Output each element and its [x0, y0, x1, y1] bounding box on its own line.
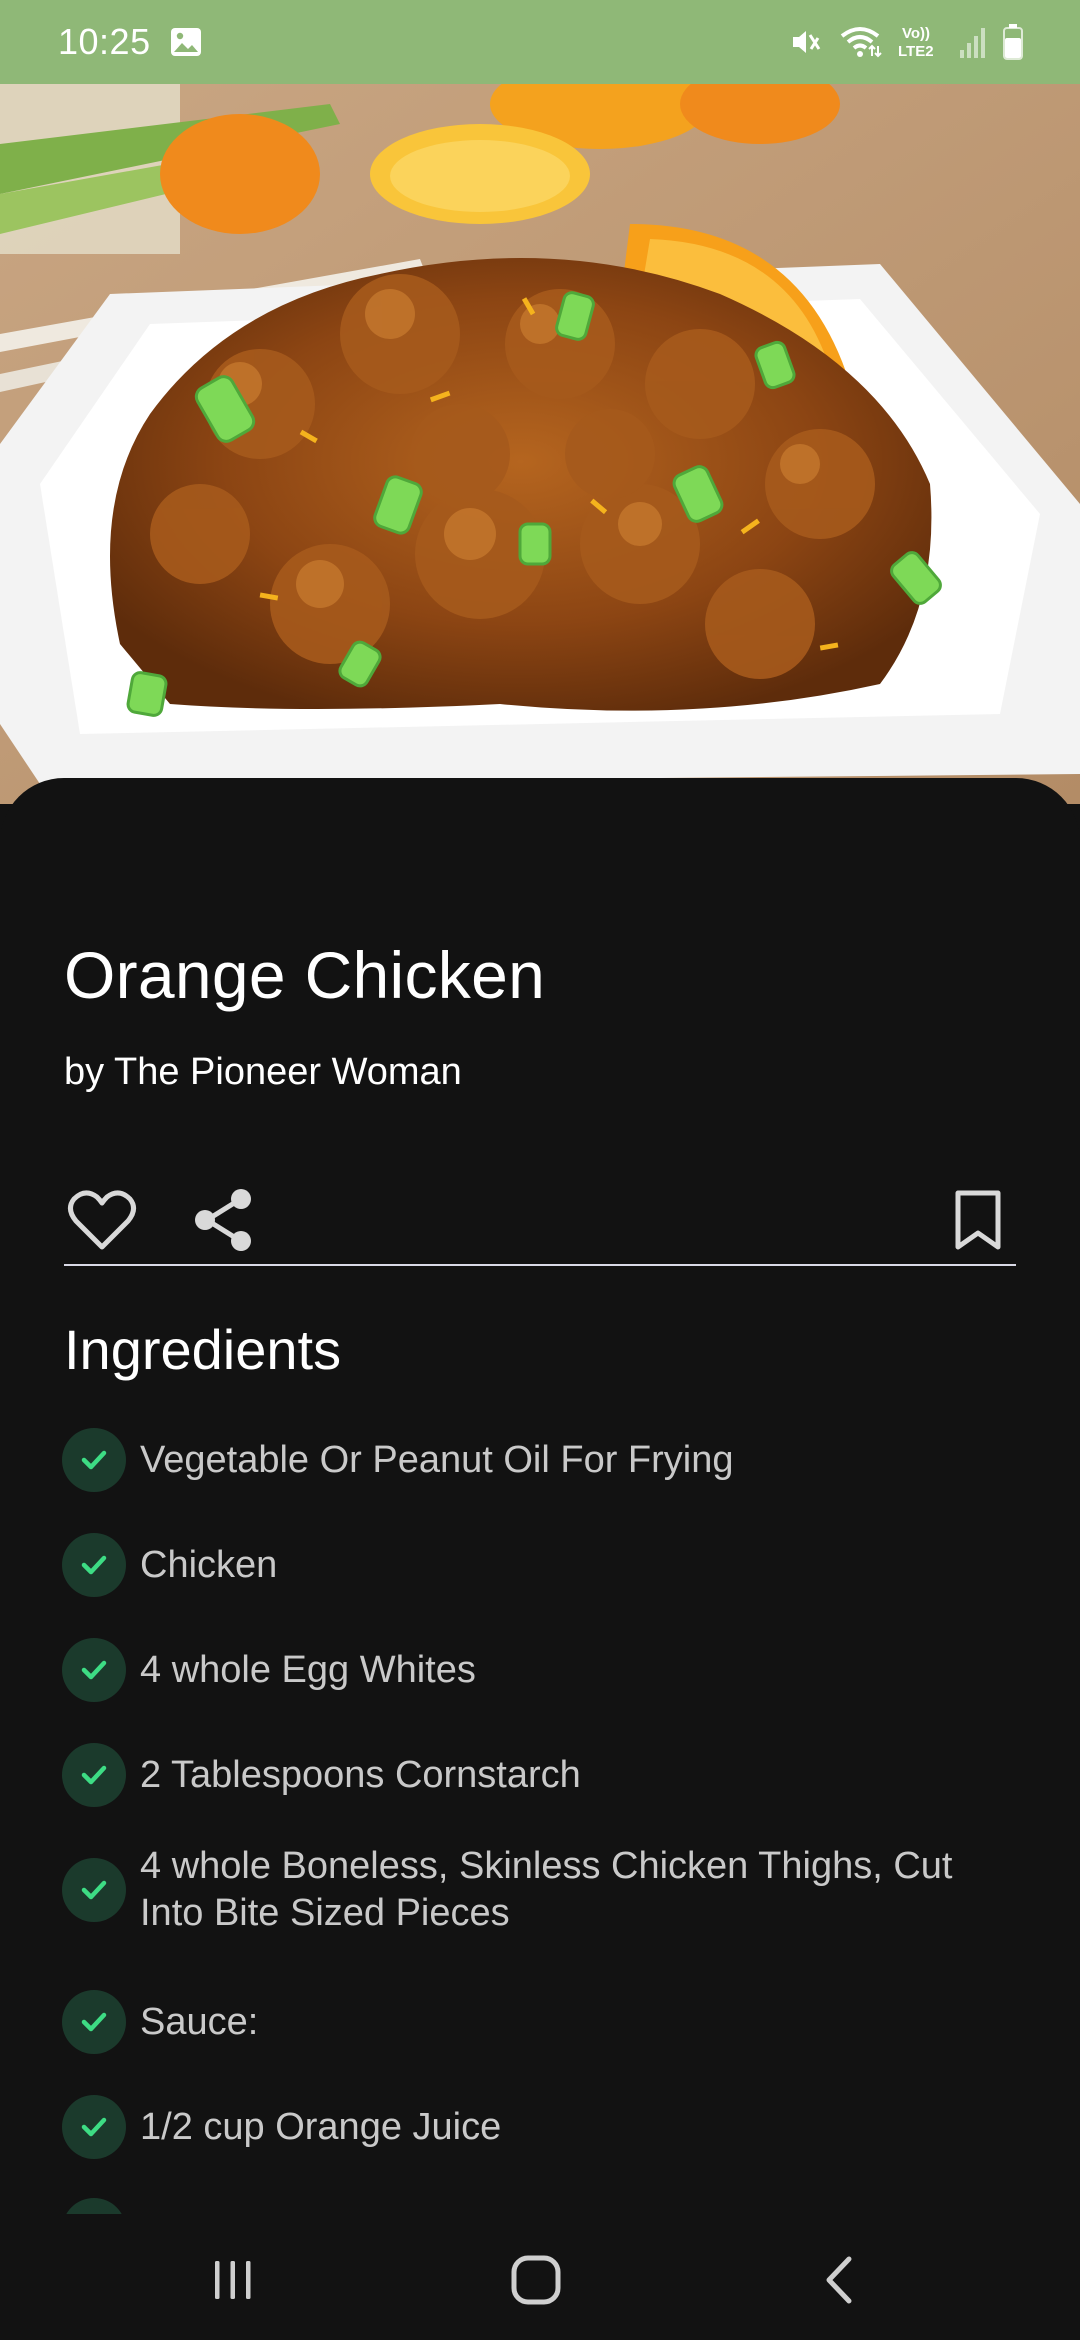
status-time: 10:25 [58, 21, 151, 62]
hero-image [0, 84, 1080, 804]
check-icon [62, 1990, 126, 2054]
status-bar: 10:25 Vo)) LTE2 [0, 0, 1080, 84]
recipe-title: Orange Chicken [64, 938, 546, 1012]
heart-icon [67, 1189, 137, 1256]
ingredient-item: Vegetable Or Peanut Oil For Frying [62, 1428, 1012, 1492]
share-icon [191, 1187, 257, 1258]
recents-button[interactable] [178, 2234, 288, 2330]
ingredient-text: 1/2 cup Orange Juice [140, 2105, 502, 2148]
ingredient-item: 4 whole Egg Whites [62, 1638, 1012, 1702]
ingredient-text: Chicken [140, 1543, 278, 1586]
check-icon [62, 1638, 126, 1702]
ingredient-item: Sauce: [62, 1990, 1012, 2054]
home-button[interactable] [481, 2234, 591, 2330]
bookmark-icon [953, 1189, 1003, 1256]
ingredient-text: 4 whole Egg Whites [140, 1648, 476, 1691]
mute-icon [788, 24, 824, 60]
check-icon [62, 1428, 126, 1492]
recents-icon [208, 2255, 258, 2310]
back-icon [819, 2253, 859, 2312]
recipe-detail-screen: 10:25 Vo)) LTE2 Orange Chicken by The Pi… [0, 0, 1080, 2340]
ingredient-item: 4 whole Boneless, Skinless Chicken Thigh… [62, 1843, 1012, 1937]
gallery-icon [169, 25, 203, 59]
ingredient-item: 2 Tablespoons Cornstarch [62, 1743, 1012, 1807]
volte-top-label: Vo)) [902, 25, 930, 42]
battery-icon [1002, 23, 1024, 61]
share-button[interactable] [184, 1182, 264, 1262]
favorite-button[interactable] [62, 1182, 142, 1262]
volte-bottom-label: LTE2 [898, 43, 934, 60]
ingredient-text: 2 Tablespoons Cornstarch [140, 1753, 581, 1796]
bookmark-button[interactable] [938, 1182, 1018, 1262]
check-icon [62, 1743, 126, 1807]
ingredient-text: Vegetable Or Peanut Oil For Frying [140, 1438, 734, 1481]
navigation-bar [0, 2214, 1080, 2340]
ingredient-item: 1/2 cup Orange Juice [62, 2095, 1012, 2159]
ingredient-text: Sauce: [140, 2000, 259, 2043]
home-icon [509, 2253, 563, 2312]
wifi-icon [838, 24, 882, 60]
ingredient-text-line2: Into Bite Sized Pieces [140, 1892, 510, 1934]
ingredient-item: Chicken [62, 1533, 1012, 1597]
check-icon [62, 1533, 126, 1597]
ingredient-text-line1: 4 whole Boneless, Skinless Chicken Thigh… [140, 1845, 953, 1887]
signal-icon [958, 24, 988, 60]
divider [64, 1264, 1016, 1266]
volte-icon: Vo)) LTE2 [896, 22, 944, 62]
check-icon [62, 2095, 126, 2159]
recipe-sheet: Orange Chicken by The Pioneer Woman Ingr… [0, 778, 1080, 2230]
back-button[interactable] [784, 2234, 894, 2330]
status-icons: Vo)) LTE2 [788, 22, 1024, 62]
check-icon [62, 1858, 126, 1922]
recipe-author: by The Pioneer Woman [64, 1051, 462, 1093]
ingredients-heading: Ingredients [64, 1318, 342, 1381]
